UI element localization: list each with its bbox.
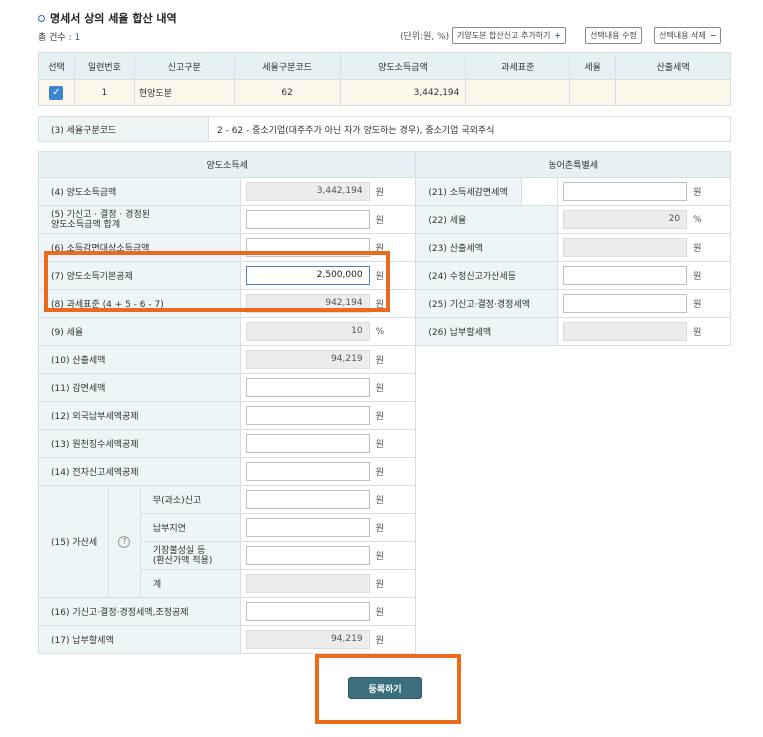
- table-row: (16) 기신고·결정·경정세액,조정공제 원: [38, 597, 731, 626]
- serial-cell: 1: [73, 79, 135, 106]
- rate-cell: [569, 79, 617, 106]
- underreport-penalty-field[interactable]: [245, 490, 370, 509]
- bookkeeping-penalty-field[interactable]: [245, 546, 370, 565]
- table-row: (6) 소득감면대상소득금액 원 (23) 산출세액 원: [38, 233, 731, 262]
- select-cell[interactable]: ✓: [38, 79, 75, 106]
- prior-tax-adjustment-field[interactable]: [245, 602, 370, 621]
- tax-rate-code-label: (3) 세율구분코드: [39, 117, 209, 141]
- col-header: 산출세액: [615, 52, 731, 80]
- foreign-tax-credit-field[interactable]: [245, 406, 370, 425]
- col-header: 세율: [569, 52, 617, 80]
- checkbox-checked-icon[interactable]: ✓: [49, 85, 64, 100]
- help-icon[interactable]: ?: [118, 535, 131, 548]
- withholding-credit-field[interactable]: [245, 434, 370, 453]
- summary-header-row: 선택 일련번호 신고구분 세율구분코드 양도소득금액 과세표준 세율 산출세액: [38, 52, 731, 80]
- transfer-income-field: 3,442,194: [245, 182, 370, 201]
- col-header: 과세표준: [465, 52, 571, 80]
- page-title-text: 명세서 상의 세율 합산 내역: [50, 12, 177, 25]
- table-row: (13) 원천징수세액공제 원: [38, 429, 731, 458]
- record-count: 총 건수 : 1: [38, 33, 81, 43]
- col-header: 신고구분: [133, 52, 235, 80]
- rural-computed-tax-field: [563, 238, 688, 257]
- minus-icon: −: [709, 31, 717, 40]
- prior-reported-income-field[interactable]: [245, 210, 370, 229]
- section-rural-special-tax: 농어촌특별세: [415, 151, 731, 178]
- tax-detail-table: 양도소득세 농어촌특별세 (4) 양도소득금액 3,442,194 원 (21) …: [37, 151, 731, 654]
- edit-selected-button[interactable]: 선택내용 수정: [585, 27, 642, 44]
- table-row: (11) 감면세액 원: [38, 373, 731, 402]
- amount-cell: 3,442,194: [339, 79, 467, 106]
- tax-rate-code-row: (3) 세율구분코드 2 - 62 - 중소기업(대주주가 아닌 자가 양도하는…: [38, 116, 731, 142]
- tax-rate-field: 10: [245, 322, 370, 341]
- register-button[interactable]: 등록하기: [348, 677, 422, 699]
- section-header-row: 양도소득세 농어촌특별세: [37, 151, 731, 178]
- col-header: 일련번호: [73, 52, 135, 80]
- payable-tax-field: 94,219: [245, 630, 370, 649]
- col-header: 선택: [38, 52, 75, 80]
- reduction-income-field[interactable]: [245, 238, 370, 257]
- delete-selected-button[interactable]: 선택내용 삭제 −: [654, 27, 722, 44]
- tax-reduction-field[interactable]: [245, 378, 370, 397]
- page-title: 명세서 상의 세율 합산 내역: [38, 10, 177, 26]
- table-row: (8) 과세표준 (4 + 5 - 6 - 7) 942,194 원 (25) 기…: [38, 289, 731, 318]
- plus-icon: +: [554, 31, 562, 40]
- table-row: (15) 가산세 ? 무(과소)신고 원: [38, 485, 731, 598]
- rural-prior-tax-field[interactable]: [563, 294, 688, 313]
- col-header: 양도소득금액: [339, 52, 467, 80]
- table-row: (4) 양도소득금액 3,442,194 원 (21) 소득세감면세액 원: [38, 177, 731, 206]
- table-row: (9) 세율 10% (26) 납부할세액 원: [38, 317, 731, 346]
- table-row: (5) 기신고 · 결정 · 경정된 양도소득금액 합계 원 (22) 세율 2…: [38, 205, 731, 234]
- income-tax-reduction-field[interactable]: [563, 182, 688, 201]
- tax-rate-code-value: 2 - 62 - 중소기업(대주주가 아닌 자가 양도하는 경우), 중소기업 …: [217, 125, 495, 136]
- basic-deduction-field[interactable]: 2,500,000: [245, 266, 370, 285]
- computed-tax-field: 94,219: [245, 350, 370, 369]
- tax-base-field: 942,194: [245, 294, 370, 313]
- record-count-value: 1: [74, 33, 81, 43]
- summary-table: 선택 일련번호 신고구분 세율구분코드 양도소득금액 과세표준 세율 산출세액 …: [38, 52, 731, 106]
- code-cell: 62: [233, 79, 341, 106]
- tax-cell: [615, 79, 731, 106]
- table-row: (14) 전자신고세액공제 원: [38, 457, 731, 486]
- rural-payable-tax-field: [563, 322, 688, 341]
- table-row: (10) 산출세액 94,219 원: [38, 345, 731, 374]
- table-row: (17) 납부할세액 94,219 원: [38, 625, 731, 654]
- table-row: 납부지연 원: [39, 513, 731, 542]
- table-row: 계 원: [39, 569, 731, 598]
- section-capital-gains-tax: 양도소득세: [37, 151, 417, 178]
- penalty-total-field: [245, 574, 370, 593]
- table-row: (7) 양도소득기본공제 2,500,000 원 (24) 수정신고가산세등 원: [38, 261, 731, 290]
- table-row: 기장불성실 등 (환산가액 적용) 원: [39, 541, 731, 570]
- type-cell: 현양도분: [133, 79, 235, 106]
- unit-note: (단위:원, %): [400, 32, 450, 42]
- late-payment-penalty-field[interactable]: [245, 518, 370, 537]
- circle-bullet-icon: [38, 14, 45, 22]
- base-cell: [465, 79, 571, 106]
- amended-penalty-field[interactable]: [563, 266, 688, 285]
- table-row: (12) 외국납부세액공제 원: [38, 401, 731, 430]
- col-header: 세율구분코드: [233, 52, 341, 80]
- add-prior-transfer-button[interactable]: 기양도분 합산신고 추가하기 +: [452, 27, 567, 44]
- rural-tax-rate-field: 20: [563, 210, 688, 229]
- e-filing-credit-field[interactable]: [245, 462, 370, 481]
- table-row[interactable]: ✓ 1 현양도분 62 3,442,194: [38, 79, 731, 106]
